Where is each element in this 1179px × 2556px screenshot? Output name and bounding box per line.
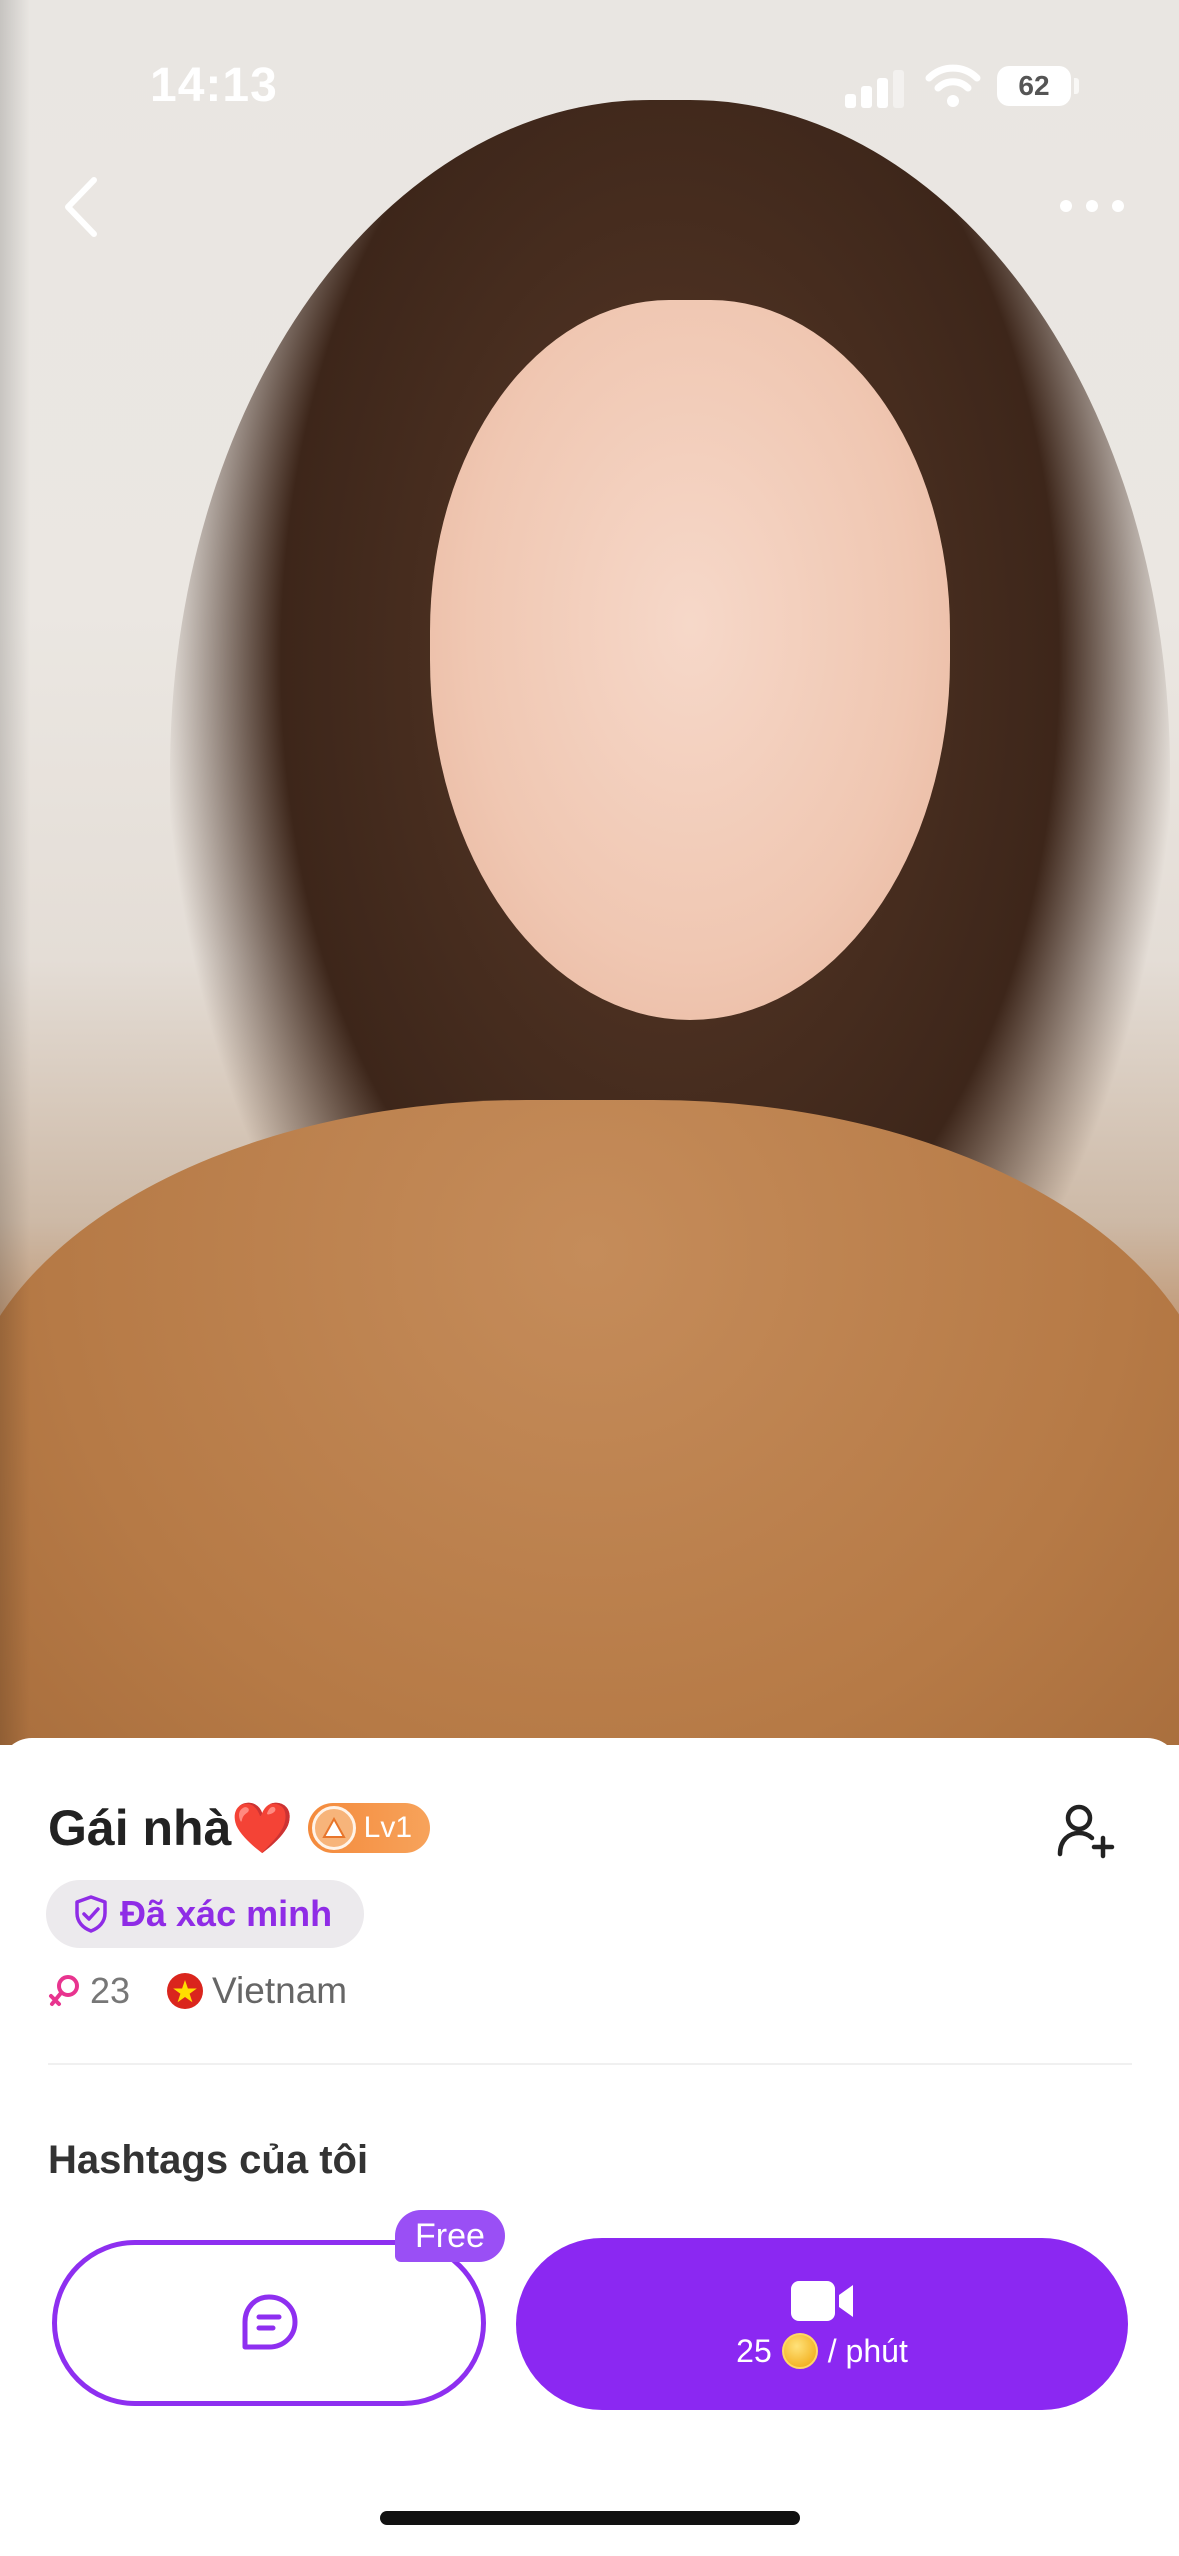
coin-icon xyxy=(781,2333,818,2369)
vietnam-flag-icon xyxy=(167,1973,204,2009)
photo-shirt xyxy=(0,1100,1179,1745)
home-indicator[interactable] xyxy=(380,2511,800,2525)
chat-button[interactable] xyxy=(52,2240,486,2406)
shield-check-icon xyxy=(75,1895,107,1933)
video-camera-icon xyxy=(791,2280,853,2321)
add-friend-icon[interactable] xyxy=(1055,1800,1115,1860)
verified-badge: Đã xác minh xyxy=(46,1880,365,1948)
battery-tip xyxy=(1074,78,1079,94)
female-icon xyxy=(49,1975,79,2006)
level-text: Lv1 xyxy=(363,1811,413,1844)
status-time: 14:13 xyxy=(150,59,278,112)
profile-info-card: Gái nhà❤️ Lv1 Đã xác minh 23 Vietnam Has… xyxy=(0,1738,1179,2556)
free-badge: Free xyxy=(395,2210,505,2262)
name-row: Gái nhà❤️ Lv1 xyxy=(48,1788,431,1868)
section-divider xyxy=(48,2063,1132,2065)
meta-row: 23 Vietnam xyxy=(48,1966,347,2016)
call-price: 25 xyxy=(736,2332,772,2369)
country-name: Vietnam xyxy=(212,1970,348,2011)
cellular-signal-icon xyxy=(845,68,905,108)
more-icon[interactable] xyxy=(1060,196,1126,216)
chat-icon xyxy=(242,2294,298,2350)
wifi-icon xyxy=(925,64,981,107)
call-unit: / phút xyxy=(827,2332,908,2369)
profile-photo[interactable] xyxy=(0,0,1179,1745)
level-icon xyxy=(311,1806,356,1850)
battery-indicator: 62 xyxy=(997,66,1071,106)
photo-shade xyxy=(0,0,30,1745)
age-value: 23 xyxy=(90,1970,131,2011)
hashtags-title: Hashtags của tôi xyxy=(48,2138,369,2182)
profile-name: Gái nhà❤️ xyxy=(48,1799,294,1856)
video-call-button[interactable]: 25 / phút xyxy=(516,2238,1128,2410)
status-bar: 14:13 62 xyxy=(0,0,1179,170)
call-price-row: 25 / phút xyxy=(736,2333,908,2370)
verified-label: Đã xác minh xyxy=(120,1893,333,1934)
level-badge: Lv1 xyxy=(307,1803,431,1853)
photo-face xyxy=(430,300,950,1020)
back-icon[interactable] xyxy=(58,172,108,242)
